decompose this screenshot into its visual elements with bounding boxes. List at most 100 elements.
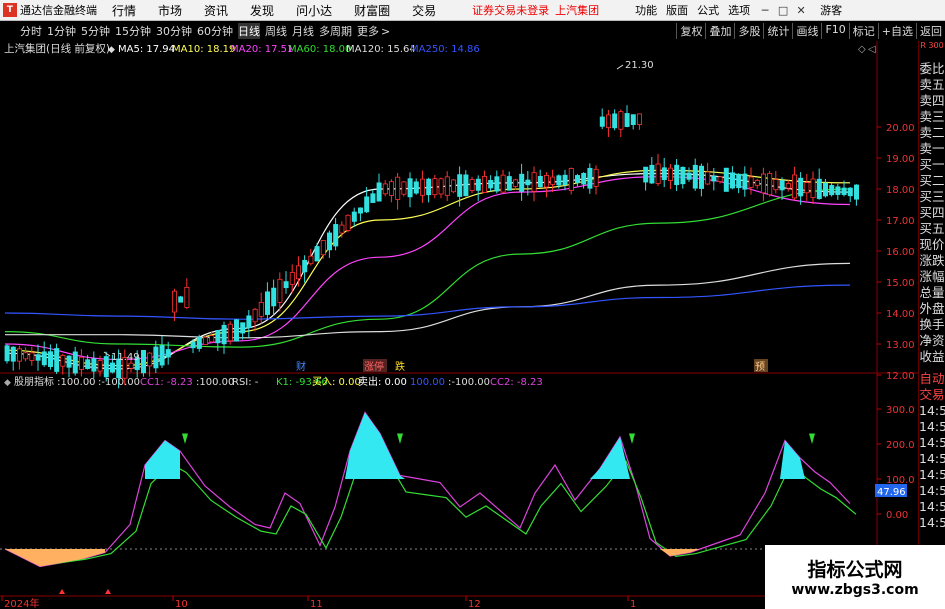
period-multi[interactable]: 多周期	[319, 23, 352, 39]
period-monthly[interactable]: 月线	[292, 23, 314, 39]
ma-legend-item: MA250: 14.86	[410, 44, 480, 55]
period-more[interactable]: 更多	[357, 23, 379, 39]
menu-market[interactable]: 市场	[158, 2, 182, 19]
side-item[interactable]: 买二	[919, 173, 945, 189]
draw-line-button[interactable]: 画线	[792, 23, 821, 39]
side-item[interactable]: 总量	[919, 285, 945, 301]
side-item[interactable]: 买三	[919, 189, 945, 205]
menu-quotes[interactable]: 行情	[112, 2, 136, 19]
user-label[interactable]: 游客	[820, 2, 842, 18]
quote-side-panel: R 300 委比 卖五 卖四 卖三 卖二 卖一 买一 买二 买三 买四 买五 现价 涨跌 涨幅 总量 外盘 换手…	[918, 41, 945, 609]
tag-limit-up[interactable]: 涨停	[364, 360, 384, 373]
candle-body	[450, 179, 456, 193]
add-watchlist-button[interactable]: +自选	[877, 23, 916, 39]
side-item[interactable]: 委比	[919, 61, 945, 77]
candle-body	[655, 163, 661, 184]
chart-settings-icon[interactable]: ◇	[858, 44, 866, 55]
chevron-right-icon[interactable]: >	[381, 25, 390, 38]
f10-button[interactable]: F10	[821, 23, 848, 39]
side-item[interactable]: 买一	[919, 157, 945, 173]
period-60min[interactable]: 60分钟	[197, 23, 233, 39]
side-item[interactable]: 外盘	[919, 301, 945, 317]
period-1min[interactable]: 1分钟	[47, 23, 76, 39]
candle-body	[326, 232, 332, 251]
candle-body	[475, 178, 481, 191]
period-weekly[interactable]: 周线	[265, 23, 287, 39]
side-top-label: R 300	[920, 41, 944, 50]
period-daily[interactable]: 日线	[238, 23, 260, 39]
multi-stock-button[interactable]: 多股	[734, 23, 763, 39]
side-item[interactable]: 涨幅	[919, 269, 945, 285]
tag-drop[interactable]: 跌	[395, 360, 405, 373]
candle-body	[153, 346, 159, 369]
side-item[interactable]: 换手	[919, 317, 945, 333]
candle-body	[550, 176, 556, 185]
menu-wealth[interactable]: 财富圈	[354, 2, 390, 19]
watermark-url: www.zbgs3.com	[791, 582, 919, 598]
candle-body	[60, 355, 66, 367]
tag-finance[interactable]: 财	[296, 360, 306, 373]
menu-formula[interactable]: 公式	[697, 2, 719, 18]
auto-label[interactable]: 自动	[919, 371, 945, 387]
candle-body	[333, 224, 339, 247]
side-item[interactable]: 卖四	[919, 93, 945, 109]
side-time: 14:56	[919, 467, 945, 482]
candle-body	[426, 178, 432, 196]
watermark-cn: 指标公式网	[807, 559, 903, 581]
close-icon[interactable]: ✕	[792, 4, 810, 17]
mark-button[interactable]: 标记	[848, 23, 878, 39]
menu-trade[interactable]: 交易	[412, 2, 436, 19]
minimize-icon[interactable]: ─	[756, 4, 774, 17]
candle-body	[147, 352, 153, 367]
current-value: 47.96	[877, 487, 906, 498]
maximize-icon[interactable]: □	[774, 4, 792, 17]
candle-body	[792, 174, 798, 199]
high-label: 21.30	[625, 60, 654, 71]
period-15min[interactable]: 15分钟	[115, 23, 151, 39]
side-item[interactable]: 卖五	[919, 77, 945, 93]
ma-legend-item: MA20: 17.51	[230, 44, 293, 55]
period-tick[interactable]: 分时	[20, 23, 42, 39]
menu-ask[interactable]: 问小达	[296, 2, 332, 19]
candle-body	[29, 352, 35, 361]
date-label: 12	[468, 599, 481, 609]
side-item[interactable]: 现价	[919, 237, 945, 253]
ma-toggle-icon[interactable]: ◆	[108, 45, 115, 55]
stats-button[interactable]: 统计	[763, 23, 792, 39]
period-30min[interactable]: 30分钟	[156, 23, 192, 39]
side-item[interactable]: 买五	[919, 221, 945, 237]
candle-body	[302, 259, 308, 273]
overlay-button[interactable]: 叠加	[705, 23, 734, 39]
side-item[interactable]: 收益	[919, 349, 945, 365]
side-item[interactable]: 净资	[919, 333, 945, 349]
indicator-header-item: 100.00	[410, 377, 445, 388]
indicator-toggle-icon[interactable]: ◆	[4, 378, 11, 388]
candle-body	[568, 168, 574, 192]
side-item[interactable]: 卖一	[919, 141, 945, 157]
trade-label[interactable]: 交易	[919, 387, 945, 403]
side-item[interactable]: 买四	[919, 205, 945, 221]
login-status[interactable]: 证券交易未登录	[472, 2, 549, 18]
back-button[interactable]: 返回	[916, 23, 945, 39]
menu-discover[interactable]: 发现	[250, 2, 274, 19]
candle-body	[85, 359, 91, 369]
side-item[interactable]: 卖三	[919, 109, 945, 125]
kline-chart[interactable]: 上汽集团(日线 前复权) ◆ MA5: 17.94MA10: 18.19MA20…	[0, 41, 918, 609]
side-item[interactable]: 涨跌	[919, 253, 945, 269]
menu-options[interactable]: 选项	[728, 2, 750, 18]
chart-shrink-icon[interactable]: ◁	[868, 44, 876, 55]
ma-legend-item: MA10: 18.19	[172, 44, 235, 55]
candle-body	[103, 356, 109, 378]
candle-body	[835, 186, 841, 195]
period-5min[interactable]: 5分钟	[81, 23, 110, 39]
candle-body	[91, 358, 97, 372]
candle-body	[407, 178, 413, 198]
menu-layout[interactable]: 版面	[666, 2, 688, 18]
adjust-button[interactable]: 复权	[676, 23, 705, 39]
menu-function[interactable]: 功能	[635, 2, 657, 18]
tag-forecast[interactable]: 预	[755, 361, 765, 373]
candle-body	[599, 116, 605, 127]
side-time: 14:56	[919, 403, 945, 418]
menu-news[interactable]: 资讯	[204, 2, 228, 19]
side-item[interactable]: 卖二	[919, 125, 945, 141]
